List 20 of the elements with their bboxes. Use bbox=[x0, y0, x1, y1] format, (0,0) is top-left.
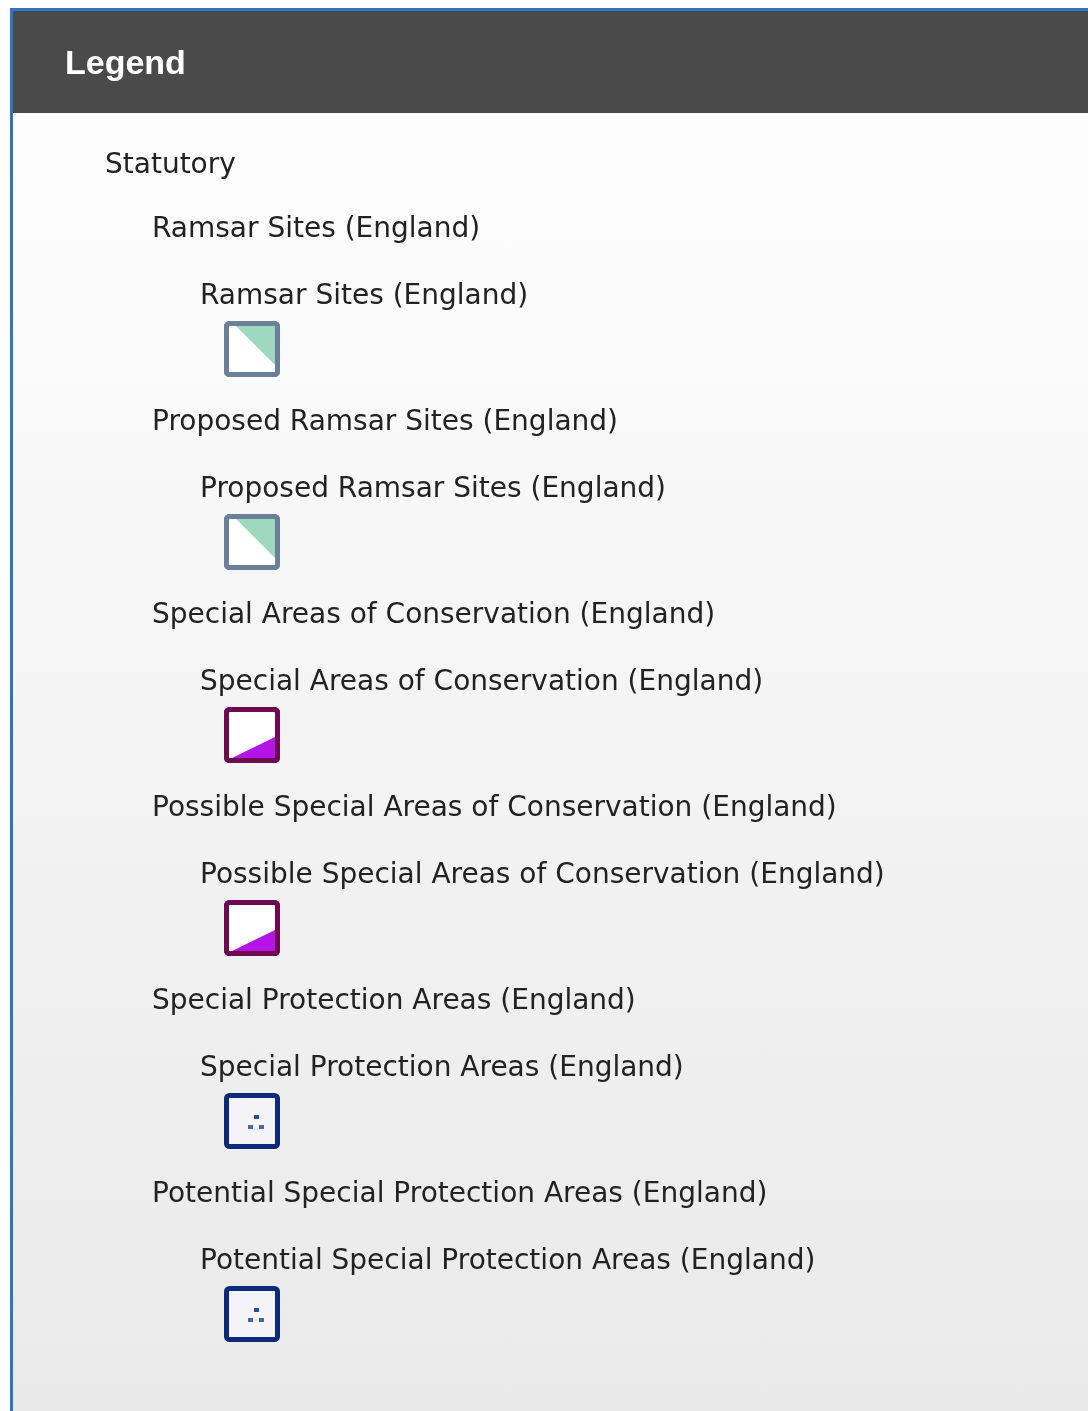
layer-label: Special Areas of Conservation (England) bbox=[152, 596, 716, 632]
corner-triangle-swatch-icon bbox=[224, 514, 280, 570]
dotted-swatch-icon bbox=[224, 1286, 280, 1342]
lower-corner-swatch-icon bbox=[224, 900, 280, 956]
sublayer-label: Potential Special Protection Areas (England) bbox=[200, 1242, 816, 1278]
corner-triangle-swatch-icon bbox=[224, 321, 280, 377]
layer-label: Potential Special Protection Areas (England) bbox=[152, 1175, 768, 1211]
sublayer-label: Possible Special Areas of Conservation (England) bbox=[200, 856, 885, 892]
sublayer-label: Special Protection Areas (England) bbox=[200, 1049, 684, 1085]
layer-label: Special Protection Areas (England) bbox=[152, 982, 636, 1018]
layer-label: Proposed Ramsar Sites (England) bbox=[152, 403, 618, 439]
section-label: Statutory bbox=[105, 146, 236, 182]
dotted-swatch-icon bbox=[224, 1093, 280, 1149]
sublayer-label: Proposed Ramsar Sites (England) bbox=[200, 470, 666, 506]
panel-title: Legend bbox=[65, 41, 186, 83]
sublayer-label: Ramsar Sites (England) bbox=[200, 277, 529, 313]
sublayer-label: Special Areas of Conservation (England) bbox=[200, 663, 764, 699]
layer-label: Ramsar Sites (England) bbox=[152, 210, 481, 246]
lower-corner-swatch-icon bbox=[224, 707, 280, 763]
layer-label: Possible Special Areas of Conservation (England) bbox=[152, 789, 837, 825]
